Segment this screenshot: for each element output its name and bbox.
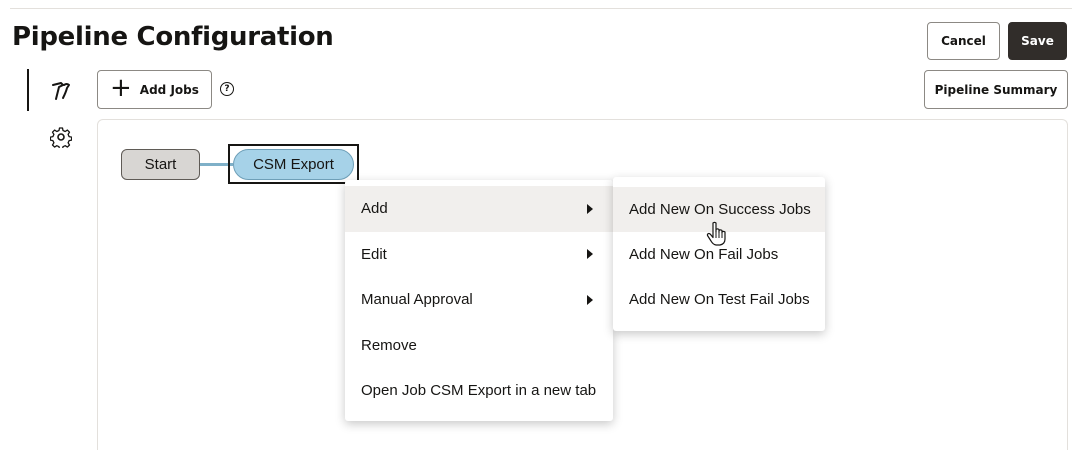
top-divider bbox=[10, 8, 1072, 9]
submenu-item-add-on-test-fail[interactable]: Add New On Test Fail Jobs bbox=[613, 277, 825, 322]
submenu-item-add-on-fail[interactable]: Add New On Fail Jobs bbox=[613, 232, 825, 277]
selected-tab-indicator bbox=[27, 69, 29, 111]
add-jobs-button[interactable]: + Add Jobs bbox=[97, 70, 212, 109]
start-node[interactable]: Start bbox=[121, 149, 200, 180]
menu-item-edit[interactable]: Edit bbox=[345, 232, 613, 278]
submenu-item-label: Add New On Success Jobs bbox=[629, 201, 811, 218]
help-circle-icon[interactable]: ? bbox=[220, 82, 234, 96]
submenu-arrow-icon bbox=[587, 203, 593, 214]
pipeline-summary-button[interactable]: Pipeline Summary bbox=[924, 70, 1068, 109]
job-node-csm-export[interactable]: CSM Export bbox=[233, 149, 354, 180]
menu-item-label: Open Job CSM Export in a new tab bbox=[361, 382, 597, 400]
menu-item-label: Manual Approval bbox=[361, 291, 473, 309]
gear-icon[interactable] bbox=[50, 126, 72, 148]
menu-item-label: Edit bbox=[361, 245, 387, 263]
cancel-button[interactable]: Cancel bbox=[927, 22, 1000, 60]
menu-item-label: Add bbox=[361, 200, 388, 218]
menu-item-remove[interactable]: Remove bbox=[345, 323, 613, 369]
submenu-arrow-icon bbox=[587, 249, 593, 260]
submenu-arrow-icon bbox=[587, 294, 593, 305]
tools-icon[interactable] bbox=[50, 80, 72, 102]
menu-item-add[interactable]: Add bbox=[345, 186, 613, 232]
submenu-item-label: Add New On Fail Jobs bbox=[629, 246, 779, 263]
menu-item-manual-approval[interactable]: Manual Approval bbox=[345, 277, 613, 323]
save-button[interactable]: Save bbox=[1008, 22, 1067, 60]
submenu-item-add-on-success[interactable]: Add New On Success Jobs bbox=[613, 187, 825, 232]
add-submenu: Add New On Success Jobs Add New On Fail … bbox=[613, 177, 825, 331]
menu-item-label: Remove bbox=[361, 336, 417, 354]
submenu-item-label: Add New On Test Fail Jobs bbox=[629, 291, 810, 308]
context-menu: Add Edit Manual Approval Remove Open Job… bbox=[345, 180, 613, 421]
menu-item-open-in-new-tab[interactable]: Open Job CSM Export in a new tab bbox=[345, 368, 613, 414]
plus-icon: + bbox=[110, 73, 132, 103]
add-jobs-label: Add Jobs bbox=[139, 82, 199, 97]
page-title: Pipeline Configuration bbox=[12, 22, 334, 52]
